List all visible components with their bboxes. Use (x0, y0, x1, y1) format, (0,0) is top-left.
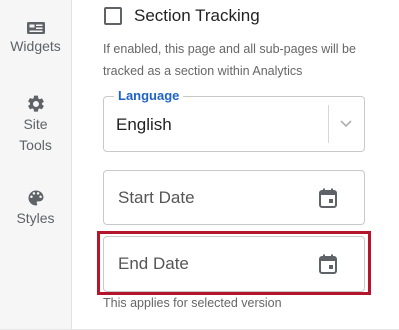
sidebar-item-label: Site Tools (19, 116, 52, 153)
calendar-icon[interactable] (318, 188, 338, 209)
section-tracking-label: Section Tracking (134, 6, 260, 25)
select-divider (328, 105, 329, 143)
start-date-placeholder: Start Date (118, 188, 195, 207)
start-date-field[interactable]: Start Date (103, 170, 365, 225)
section-tracking-helper: If enabled, this page and all sub-pages … (103, 42, 356, 78)
language-select[interactable]: Language English (103, 88, 365, 152)
sidebar-item-site-tools[interactable]: Site Tools (0, 94, 71, 156)
end-date-highlight (97, 231, 371, 295)
sidebar-item-widgets[interactable]: Widgets (0, 20, 71, 57)
language-legend: Language (114, 88, 184, 103)
language-value: English (116, 115, 172, 134)
palette-icon (28, 190, 43, 206)
sidebar-item-label: Styles (16, 210, 55, 226)
sidebar-item-styles[interactable]: Styles (0, 188, 71, 229)
section-tracking-checkbox[interactable] (104, 7, 122, 25)
widgets-icon (26, 22, 45, 34)
sidebar-item-label: Widgets (10, 38, 61, 54)
sidebar: Widgets Site Tools Styles (0, 0, 72, 330)
page-settings-panel: Section Tracking If enabled, this page a… (72, 0, 399, 330)
section-tracking-row[interactable]: Section Tracking (104, 4, 260, 28)
version-note: This applies for selected version (103, 296, 282, 310)
chevron-down-icon[interactable] (338, 115, 354, 131)
gear-icon (27, 95, 44, 112)
